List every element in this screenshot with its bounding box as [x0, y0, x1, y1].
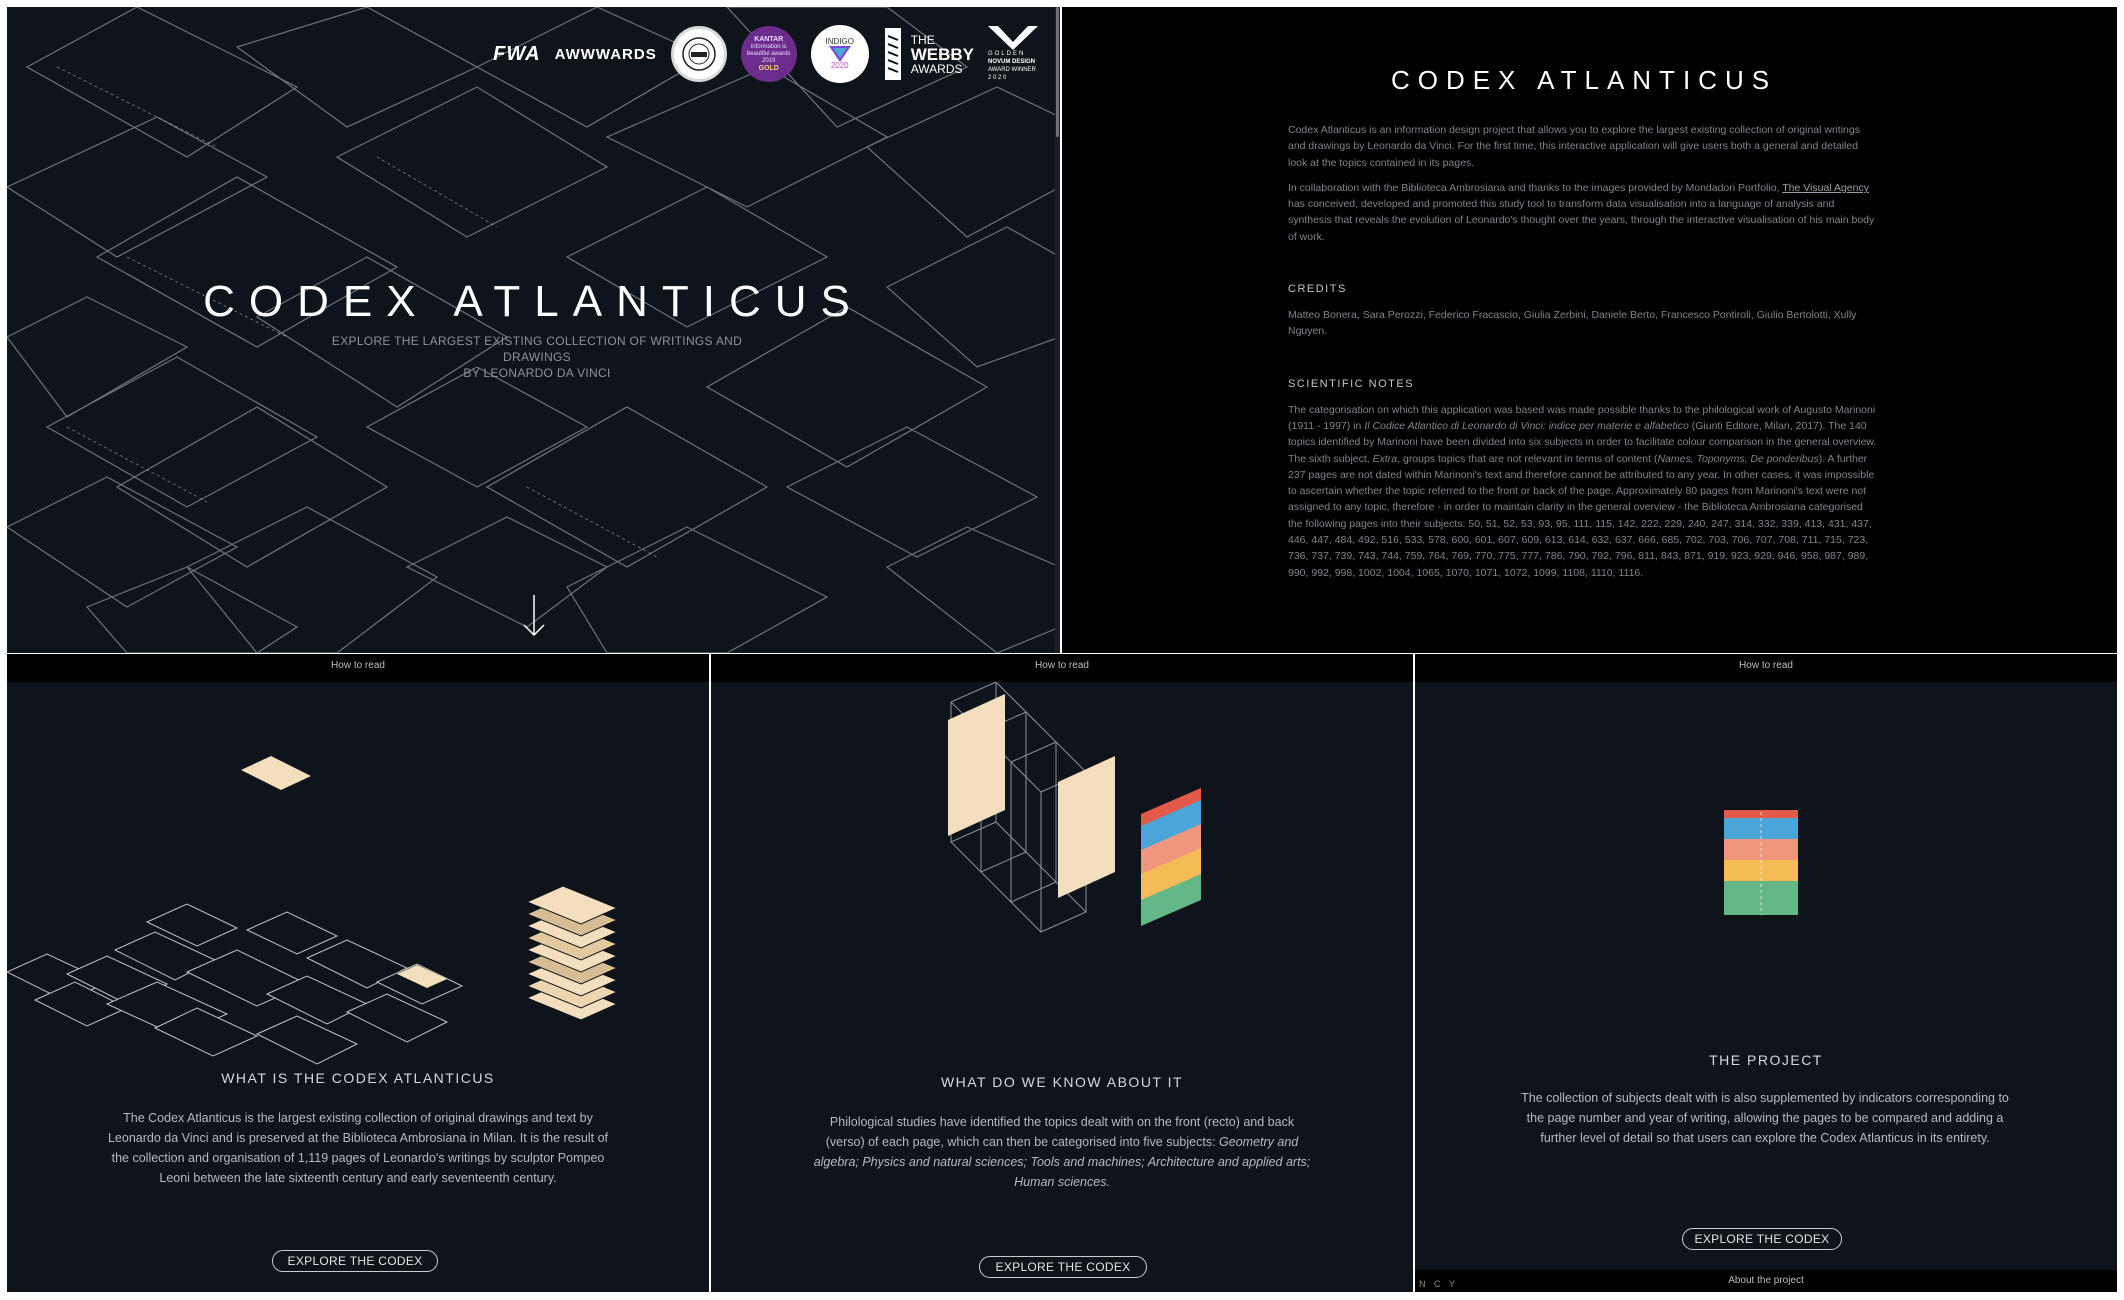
hero-scrollbar[interactable] [1055, 7, 1060, 653]
kantar-text: information is beautiful awards 2019 [746, 43, 791, 64]
hero-scrollbar-thumb[interactable] [1056, 7, 1059, 137]
page-subjects-illustration [948, 682, 1201, 933]
how-to-read-panel-2: How to read WHAT DO WE KNOW ABOUT IT Phi… [711, 654, 1413, 1292]
scientific-notes-heading: SCIENTIFIC NOTES [1288, 377, 1415, 390]
how-heading-3: THE PROJECT [1709, 1052, 1823, 1068]
collab-after: has conceived, developed and promoted th… [1288, 198, 1875, 243]
hero-subtitle: EXPLORE THE LARGEST EXISTING COLLECTION … [317, 333, 757, 381]
site-of-the-day-icon [681, 37, 716, 71]
about-collaboration: In collaboration with the Biblioteca Amb… [1288, 180, 1880, 245]
credits-heading: CREDITS [1288, 283, 1347, 296]
how-heading-2: WHAT DO WE KNOW ABOUT IT [940, 1074, 1184, 1090]
fwa-logo[interactable]: FWA [493, 43, 540, 66]
project-stack-illustration [1724, 810, 1798, 915]
novum-n-icon [988, 26, 1038, 50]
notes-extra: Extra [1372, 452, 1398, 465]
bottom-left-text: N C Y [1419, 1279, 1458, 1289]
indigo-year: 2020 [830, 61, 849, 70]
how-to-read-bar[interactable]: How to read [7, 654, 709, 682]
awwwards-logo[interactable]: AWWWARDS [555, 46, 657, 63]
how-text-3: The collection of subjects dealt with is… [1521, 1091, 2009, 1145]
kantar-title: KANTAR [754, 35, 784, 43]
how-text-2: Philological studies have identified the… [811, 1112, 1313, 1192]
hero-subtitle-line1: EXPLORE THE LARGEST EXISTING COLLECTION … [331, 334, 743, 364]
novum-line2: NOVUM DESIGN [988, 59, 1036, 65]
hero-title: CODEX ATLANTICUS [203, 277, 864, 326]
webby-spring-icon [884, 28, 901, 80]
kantar-badge[interactable]: KANTAR information is beautiful awards 2… [740, 26, 797, 82]
background-pattern [7, 7, 1060, 653]
indigo-badge[interactable]: INDIGO 2020 [810, 25, 869, 83]
novum-line1: GOLDEN [988, 51, 1026, 57]
about-content: CODEX ATLANTICUS Codex Atlanticus is an … [1288, 65, 1880, 590]
how-to-read-panel-1: How to read WHAT IS THE CODEX ATLANTICUS… [7, 654, 709, 1292]
how-heading-1: WHAT IS THE CODEX ATLANTICUS [221, 1070, 495, 1086]
kantar-level: GOLD [758, 64, 779, 72]
site-of-the-day-badge[interactable] [670, 26, 727, 82]
how-text-1: The Codex Atlanticus is the largest exis… [107, 1111, 609, 1185]
how-to-read-bar[interactable]: How to read [1415, 654, 2117, 682]
novum-year: 2 0 2 0 [988, 75, 1007, 81]
awards-bar: FWA AWWWARDS KANTAR information is beaut… [493, 25, 1038, 83]
hero-panel: FWA AWWWARDS KANTAR information is beaut… [7, 7, 1060, 653]
explore-codex-button-3[interactable]: EXPLORE THE CODEX [1682, 1228, 1842, 1250]
collab-before: In collaboration with the Biblioteca Amb… [1288, 181, 1780, 194]
notes-part4: ). A further 237 pages are not dated wit… [1288, 452, 1875, 579]
novum-logo[interactable]: GOLDEN NOVUM DESIGN AWARD WINNER 2 0 2 0 [988, 26, 1038, 82]
credits-text: Matteo Bonera, Sara Perozzi, Federico Fr… [1288, 309, 1857, 338]
webby-line1: THE [910, 32, 935, 47]
about-panel: CODEX ATLANTICUS Codex Atlanticus is an … [1062, 7, 2117, 653]
about-project-bar[interactable]: About the project [1415, 1270, 2117, 1292]
indigo-triangle-icon [828, 46, 851, 62]
notes-names: Names, Toponyms, De ponderibus [1657, 452, 1819, 465]
notes-book-title: Il Codice Atlantico di Leonardo di Vinci… [1364, 419, 1689, 432]
arrow-down-icon[interactable] [521, 593, 547, 639]
hero-subtitle-line2: BY LEONARDO DA VINCI [463, 366, 611, 380]
novum-line3: AWARD WINNER [988, 67, 1036, 73]
codex-pages-illustration [7, 756, 619, 1065]
how-to-read-bar[interactable]: How to read [711, 654, 1413, 682]
notes-part3: , groups topics that are not relevant in… [1397, 452, 1658, 465]
visual-agency-link[interactable]: The Visual Agency [1782, 182, 1869, 194]
about-intro: Codex Atlanticus is an information desig… [1288, 124, 1860, 169]
webby-line3: AWARDS [910, 61, 963, 76]
indigo-label: INDIGO [825, 37, 854, 46]
about-title: CODEX ATLANTICUS [1390, 65, 1778, 95]
explore-codex-button-2[interactable]: EXPLORE THE CODEX [979, 1256, 1147, 1278]
explore-codex-button-1[interactable]: EXPLORE THE CODEX [272, 1250, 438, 1272]
scientific-notes-text: The categorisation on which this applica… [1288, 402, 1880, 581]
webby-logo[interactable]: THE WEBBY AWARDS [883, 26, 974, 82]
how-to-read-panel-3: How to read THE PROJECT The collection o… [1415, 654, 2117, 1292]
webby-line2: WEBBY [910, 44, 974, 64]
